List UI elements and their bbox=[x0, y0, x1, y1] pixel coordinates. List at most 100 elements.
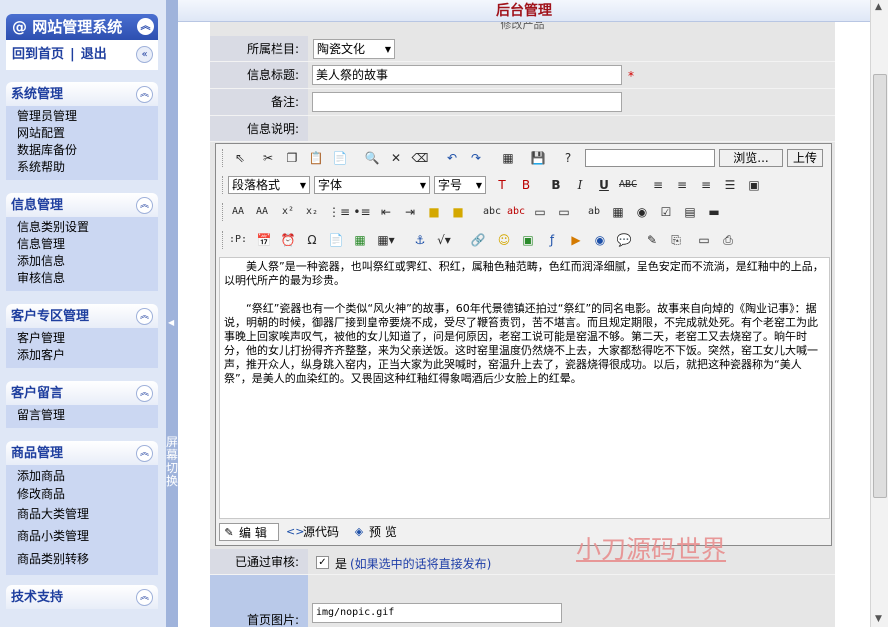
category-select[interactable]: 陶瓷文化 ▼ bbox=[313, 39, 395, 59]
hr-double-icon[interactable]: ▭ bbox=[554, 203, 574, 221]
chevron-up-icon[interactable]: ︽ bbox=[136, 86, 153, 103]
pointer-icon[interactable]: ⇖ bbox=[230, 149, 250, 167]
align-left-icon[interactable]: ≡ bbox=[648, 176, 668, 194]
bold-icon[interactable]: B bbox=[546, 176, 566, 194]
table-insert-icon[interactable]: ▦▾ bbox=[376, 231, 396, 249]
browse-button[interactable]: 浏览... bbox=[719, 149, 783, 167]
splitter-text[interactable]: 屏幕切换 bbox=[166, 436, 178, 488]
mode-preview-tab[interactable]: ◈ 预 览 bbox=[350, 523, 410, 541]
radio-icon[interactable]: ◉ bbox=[632, 203, 652, 221]
menu-item[interactable]: 留言管理 bbox=[6, 407, 158, 424]
menu-item[interactable]: 网站配置 bbox=[6, 125, 158, 142]
checkbox-icon[interactable]: ☑ bbox=[656, 203, 676, 221]
input-field-icon[interactable]: ▬ bbox=[704, 203, 724, 221]
font-family-select[interactable]: 字体 ▼ bbox=[314, 176, 430, 194]
group-header[interactable]: 信息管理 ︽ bbox=[6, 193, 158, 217]
unordered-list-icon[interactable]: •≡ bbox=[352, 203, 372, 221]
time-icon[interactable]: ⏰ bbox=[278, 231, 298, 249]
redo-icon[interactable]: ↷ bbox=[466, 149, 486, 167]
group-header[interactable]: 商品管理 ︽ bbox=[6, 441, 158, 465]
group-header[interactable]: 客户留言 ︽ bbox=[6, 381, 158, 405]
align-right-icon[interactable]: ≡ bbox=[696, 176, 716, 194]
menu-item[interactable]: 客户管理 bbox=[6, 330, 158, 347]
align-center-icon[interactable]: ≡ bbox=[672, 176, 692, 194]
menu-item[interactable]: 管理员管理 bbox=[6, 108, 158, 125]
group-header[interactable]: 技术支持 ︽ bbox=[6, 585, 158, 609]
scroll-up-icon[interactable]: ▲ bbox=[875, 2, 882, 12]
formula-icon[interactable]: √▾ bbox=[434, 231, 454, 249]
image-input[interactable]: img/nopic.gif bbox=[312, 603, 562, 623]
bg-color-icon[interactable]: B bbox=[516, 176, 536, 194]
subscript-icon[interactable]: x₂ bbox=[302, 203, 322, 221]
chevron-up-icon[interactable]: ︽ bbox=[136, 385, 153, 402]
justify-icon[interactable]: ☰ bbox=[720, 176, 740, 194]
chevron-up-icon[interactable]: ︽ bbox=[136, 589, 153, 606]
comment-icon[interactable]: 💬 bbox=[614, 231, 634, 249]
smiley-icon[interactable]: ☺ bbox=[494, 231, 514, 249]
abc-red-icon[interactable]: abc bbox=[506, 203, 526, 221]
outdent-icon[interactable]: ⇤ bbox=[376, 203, 396, 221]
font-size-select[interactable]: 字号 ▼ bbox=[434, 176, 486, 194]
menu-item[interactable]: 系统帮助 bbox=[6, 159, 158, 176]
editor-content[interactable]: 美人祭”是一种瓷器，也叫祭红或霁红、积红，属釉色釉范畴，色红而润泽细腻，呈色安定… bbox=[219, 257, 830, 519]
help-icon[interactable]: ? bbox=[558, 149, 578, 167]
screen-splitter[interactable]: ◀ 屏幕切换 bbox=[166, 0, 178, 627]
cut-icon[interactable]: ✂ bbox=[258, 149, 278, 167]
print-icon[interactable]: ⎙ bbox=[718, 231, 738, 249]
title-input[interactable]: 美人祭的故事 bbox=[312, 65, 622, 85]
arrow-left-icon[interactable]: ◀ bbox=[168, 318, 174, 327]
form-icon[interactable]: ▤ bbox=[680, 203, 700, 221]
menu-item[interactable]: 信息类别设置 bbox=[6, 219, 158, 236]
indent-icon[interactable]: ⇥ bbox=[400, 203, 420, 221]
excel-icon[interactable]: ▦ bbox=[350, 231, 370, 249]
special-char-icon[interactable]: Ω bbox=[302, 231, 322, 249]
strikethrough-icon[interactable]: ABC bbox=[618, 176, 638, 194]
box-icon[interactable]: ■ bbox=[448, 203, 468, 221]
delete-icon[interactable]: ✕ bbox=[386, 149, 406, 167]
font-shrink-icon[interactable]: AA bbox=[252, 203, 272, 221]
highlight-icon[interactable]: ■ bbox=[424, 203, 444, 221]
copy-icon[interactable]: ❐ bbox=[282, 149, 302, 167]
marquee-icon[interactable]: ▭ bbox=[694, 231, 714, 249]
home-link[interactable]: 回到首页 bbox=[12, 47, 64, 62]
anchor-icon[interactable]: ⚓ bbox=[410, 231, 430, 249]
collapse-left-icon[interactable]: « bbox=[136, 46, 153, 63]
menu-item[interactable]: 商品大类管理 bbox=[6, 506, 158, 528]
remark-input[interactable] bbox=[312, 92, 622, 112]
menu-item[interactable]: 添加信息 bbox=[6, 253, 158, 270]
underline-icon[interactable]: U bbox=[594, 176, 614, 194]
document-icon[interactable]: 📄 bbox=[326, 231, 346, 249]
code-icon[interactable]: :P: bbox=[228, 231, 248, 249]
chevron-up-icon[interactable]: ︽ bbox=[136, 197, 153, 214]
upload-file-input[interactable] bbox=[585, 149, 715, 167]
save-icon[interactable]: 💾 bbox=[528, 149, 548, 167]
undo-icon[interactable]: ↶ bbox=[442, 149, 462, 167]
menu-item[interactable]: 商品类别转移 bbox=[6, 551, 158, 571]
collapse-icon[interactable]: ︽ bbox=[137, 18, 154, 35]
upload-button[interactable]: 上传 bbox=[787, 149, 823, 167]
table-icon[interactable]: ▦ bbox=[608, 203, 628, 221]
paste-icon[interactable]: 📋 bbox=[306, 149, 326, 167]
approved-checkbox[interactable]: ✓ bbox=[316, 556, 329, 569]
mode-edit-tab[interactable]: ✎ 编 辑 bbox=[219, 523, 279, 541]
textbox-icon[interactable]: ab bbox=[584, 203, 604, 221]
menu-item[interactable]: 审核信息 bbox=[6, 270, 158, 287]
font-color-icon[interactable]: T bbox=[492, 176, 512, 194]
menu-item[interactable]: 信息管理 bbox=[6, 236, 158, 253]
paste-text-icon[interactable]: 📄 bbox=[330, 149, 350, 167]
mode-source-tab[interactable]: <> 源代码 bbox=[284, 523, 346, 541]
media-icon[interactable]: ▶ bbox=[566, 231, 586, 249]
link-icon[interactable]: 🔗 bbox=[468, 231, 488, 249]
edit-doc-icon[interactable]: ✎ bbox=[642, 231, 662, 249]
image-icon[interactable]: ▣ bbox=[518, 231, 538, 249]
hr-icon[interactable]: ▭ bbox=[530, 203, 550, 221]
fullscreen-icon[interactable]: ▣ bbox=[744, 176, 764, 194]
group-header[interactable]: 客户专区管理 ︽ bbox=[6, 304, 158, 328]
ordered-list-icon[interactable]: ⋮≡ bbox=[328, 203, 350, 221]
eraser-icon[interactable]: ⌫ bbox=[410, 149, 430, 167]
font-grow-icon[interactable]: AA bbox=[228, 203, 248, 221]
realplayer-icon[interactable]: ◉ bbox=[590, 231, 610, 249]
page-break-icon[interactable]: ⎘ bbox=[666, 231, 686, 249]
italic-icon[interactable]: I bbox=[570, 176, 590, 194]
scroll-down-icon[interactable]: ▼ bbox=[875, 614, 882, 624]
